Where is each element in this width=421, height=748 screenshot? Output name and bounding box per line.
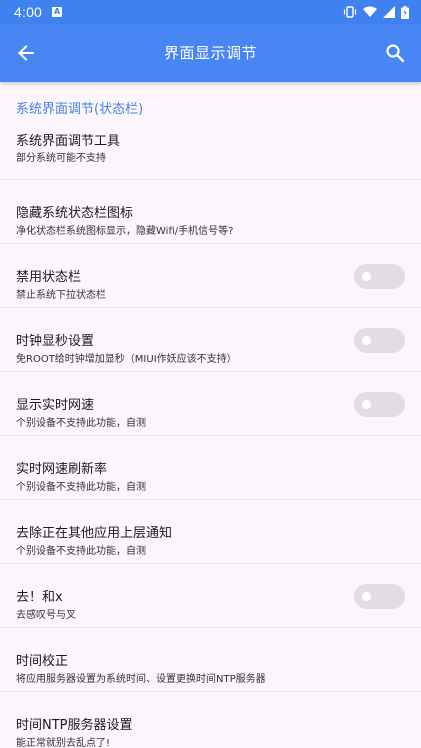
notification-a-icon: A bbox=[52, 7, 63, 17]
setting-subtitle: 禁止系统下拉状态栏 bbox=[16, 290, 106, 301]
setting-subtitle: 能正常就别去乱点了! bbox=[16, 738, 111, 748]
setting-title: 时间NTP服务器设置 bbox=[16, 718, 133, 733]
setting-clock-seconds[interactable]: 时钟显秒设置 免ROOT给时钟增加显秒（MIUI作妖应该不支持） bbox=[0, 308, 421, 372]
setting-system-ui-tuner[interactable]: 系统界面调节工具 部分系统可能不支持 bbox=[0, 128, 421, 180]
disable-statusbar-toggle[interactable] bbox=[354, 264, 405, 289]
setting-subtitle: 个别设备不支持此功能，自测 bbox=[16, 418, 146, 429]
settings-list: 系统界面调节(状态栏) 系统界面调节工具 部分系统可能不支持 隐藏系统状态栏图标… bbox=[0, 82, 421, 748]
status-time: 4:00 bbox=[14, 4, 43, 20]
setting-title: 去除正在其他应用上层通知 bbox=[16, 526, 173, 541]
setting-subtitle: 个别设备不支持此功能，自测 bbox=[16, 546, 146, 557]
signal-icon bbox=[383, 6, 395, 18]
setting-title: 显示实时网速 bbox=[16, 398, 95, 413]
toggle-knob bbox=[362, 592, 371, 601]
setting-remove-overlay-notification[interactable]: 去除正在其他应用上层通知 个别设备不支持此功能，自测 bbox=[0, 500, 421, 564]
setting-title: 去！和x bbox=[16, 590, 63, 605]
setting-remove-exclamation-x[interactable]: 去！和x 去感叹号与叉 bbox=[0, 564, 421, 628]
setting-show-network-speed[interactable]: 显示实时网速 个别设备不支持此功能，自测 bbox=[0, 372, 421, 436]
setting-title: 禁用状态栏 bbox=[16, 270, 82, 285]
page-title: 界面显示调节 bbox=[163, 44, 257, 62]
setting-title: 时间校正 bbox=[16, 654, 69, 669]
remove-exclamation-toggle[interactable] bbox=[354, 584, 405, 609]
setting-time-correction[interactable]: 时间校正 将应用服务器设置为系统时间、设置更换时间NTP服务器 bbox=[0, 628, 421, 692]
app-bar: 界面显示调节 bbox=[0, 24, 421, 82]
setting-subtitle: 净化状态栏系统图标显示，隐藏Wifi/手机信号等? bbox=[16, 226, 234, 237]
toggle-knob bbox=[362, 400, 371, 409]
setting-disable-statusbar[interactable]: 禁用状态栏 禁止系统下拉状态栏 bbox=[0, 244, 421, 308]
section-header: 系统界面调节(状态栏) bbox=[16, 102, 144, 117]
setting-title: 实时网速刷新率 bbox=[16, 462, 108, 477]
toggle-knob bbox=[362, 272, 371, 281]
search-button[interactable] bbox=[381, 39, 409, 67]
setting-subtitle: 免ROOT给时钟增加显秒（MIUI作妖应该不支持） bbox=[16, 354, 237, 365]
setting-ntp-server[interactable]: 时间NTP服务器设置 能正常就别去乱点了! bbox=[0, 692, 421, 748]
battery-icon bbox=[401, 5, 409, 19]
setting-subtitle: 将应用服务器设置为系统时间、设置更换时间NTP服务器 bbox=[16, 674, 266, 685]
back-button[interactable] bbox=[12, 39, 40, 67]
clock-seconds-toggle[interactable] bbox=[354, 328, 405, 353]
wifi-icon bbox=[363, 6, 377, 17]
setting-title: 时钟显秒设置 bbox=[16, 334, 95, 349]
setting-title: 系统界面调节工具 bbox=[16, 134, 121, 149]
status-bar: 4:00 A bbox=[0, 0, 421, 24]
toggle-knob bbox=[362, 336, 371, 345]
setting-subtitle: 个别设备不支持此功能，自测 bbox=[16, 482, 146, 493]
setting-subtitle: 部分系统可能不支持 bbox=[16, 153, 106, 164]
setting-hide-statusbar-icons[interactable]: 隐藏系统状态栏图标 净化状态栏系统图标显示，隐藏Wifi/手机信号等? bbox=[0, 180, 421, 244]
search-icon bbox=[386, 44, 405, 63]
arrow-back-icon bbox=[18, 45, 34, 61]
setting-network-speed-refresh-rate[interactable]: 实时网速刷新率 个别设备不支持此功能，自测 bbox=[0, 436, 421, 500]
setting-title: 隐藏系统状态栏图标 bbox=[16, 206, 134, 221]
setting-subtitle: 去感叹号与叉 bbox=[16, 610, 76, 621]
network-speed-toggle[interactable] bbox=[354, 392, 405, 417]
vibrate-icon bbox=[343, 6, 357, 18]
